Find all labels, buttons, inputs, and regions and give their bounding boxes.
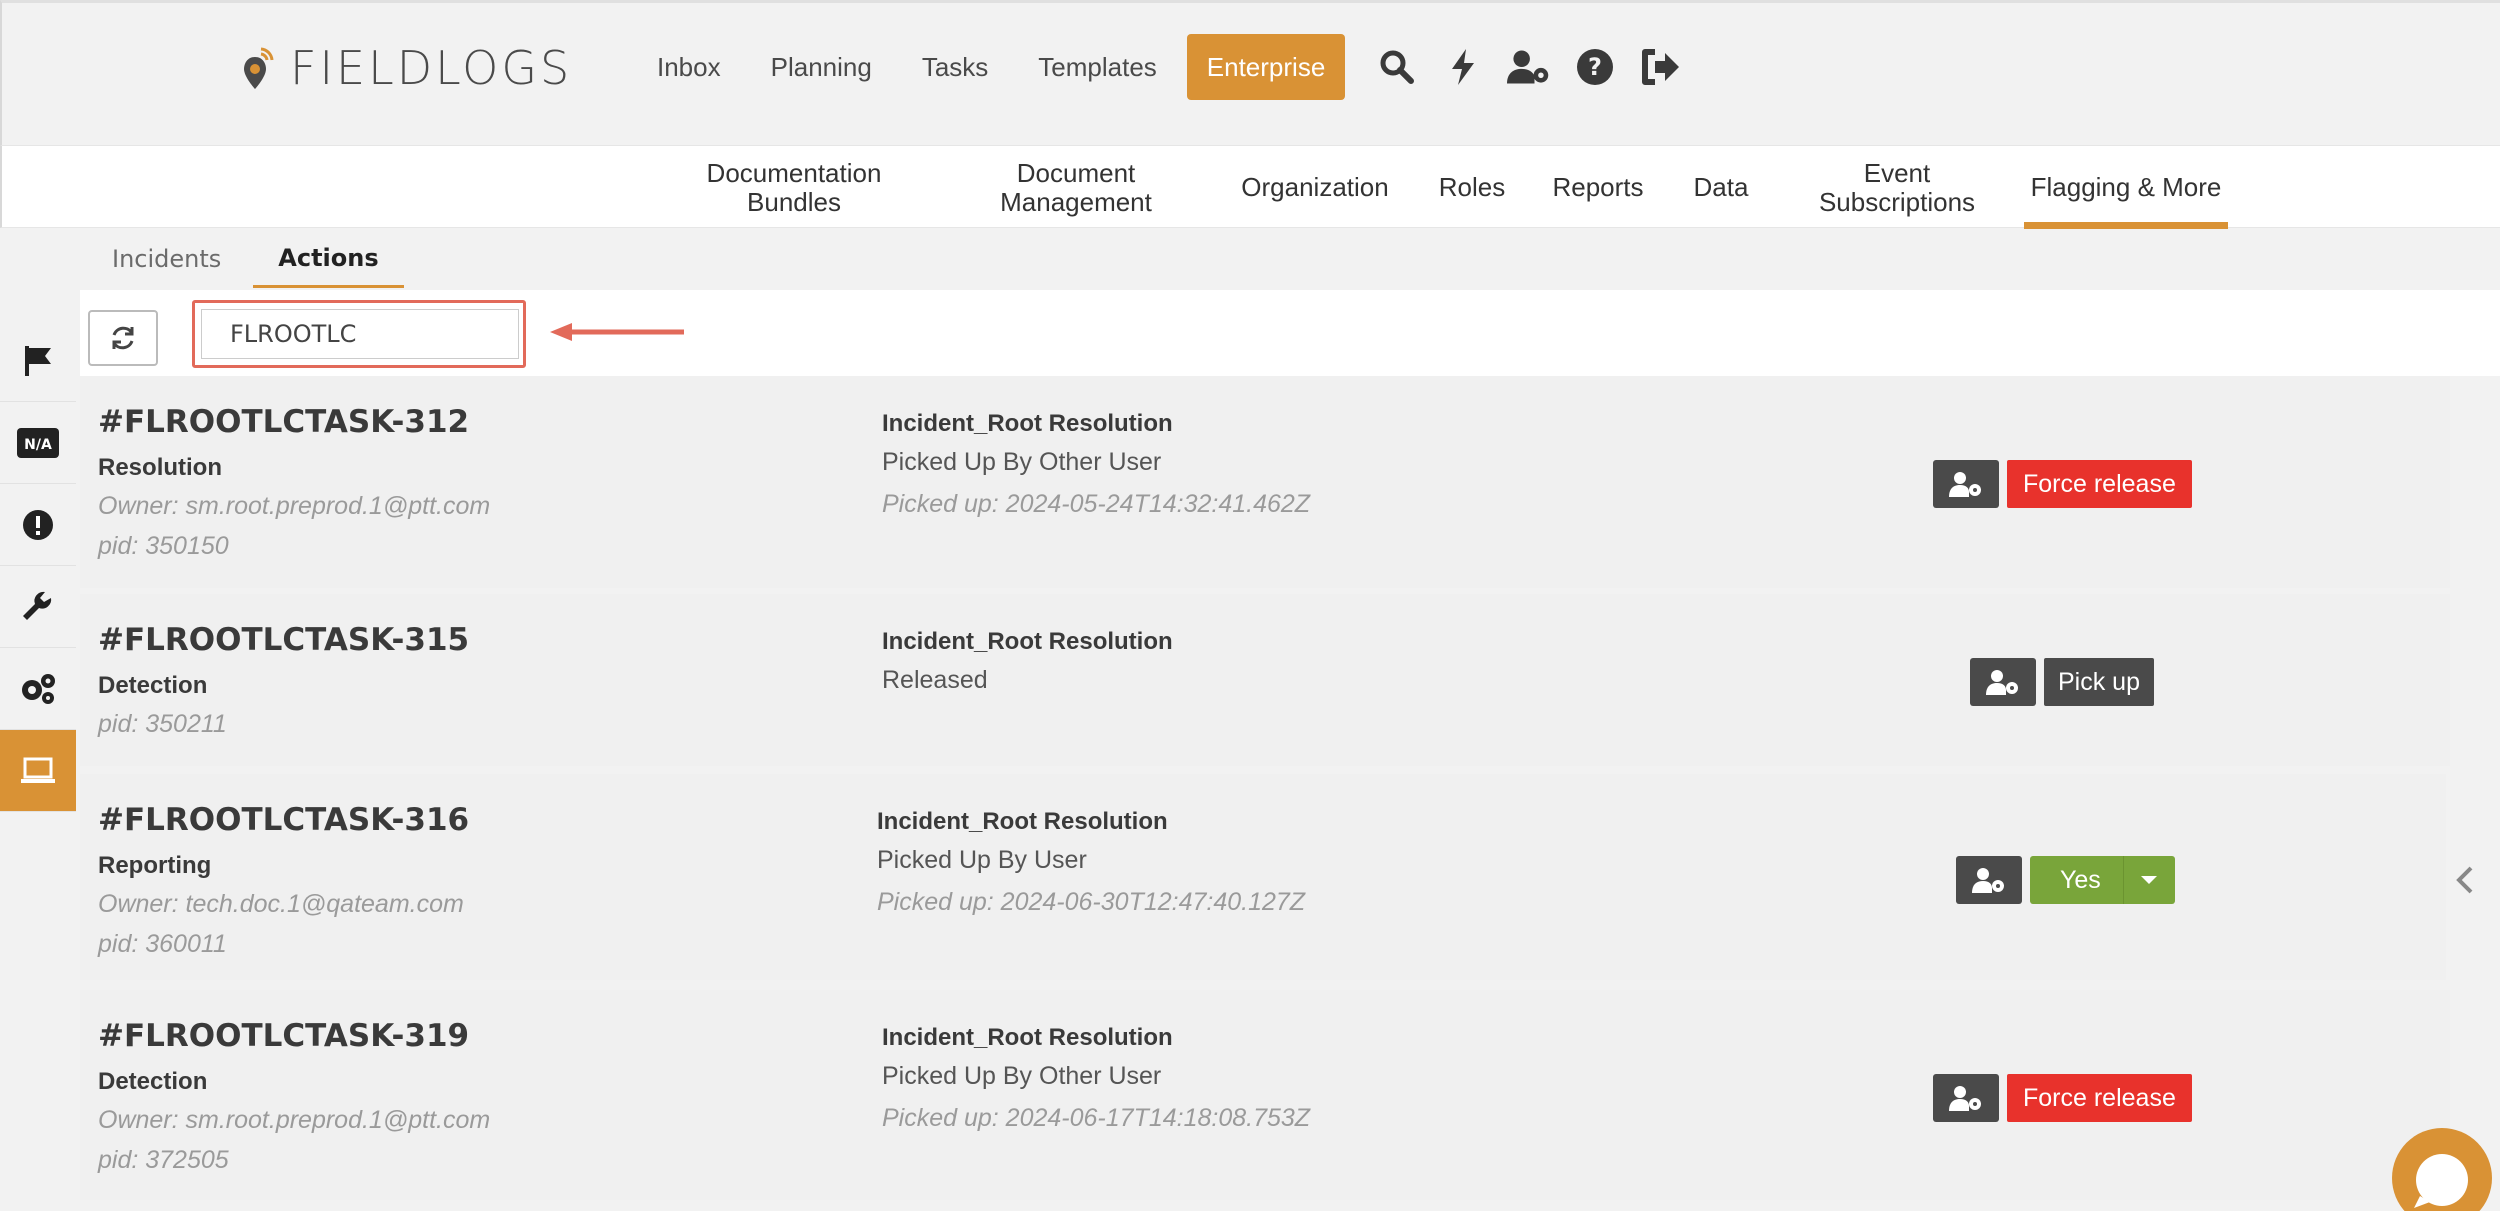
subnav-flagging-more[interactable]: Flagging & More <box>2024 146 2228 229</box>
picked-up-time: Picked up: 2024-06-17T14:18:08.753Z <box>882 1104 1311 1132</box>
subnav-organization[interactable]: Organization <box>1230 146 1400 229</box>
wrench-icon[interactable] <box>0 566 76 648</box>
chevron-left-icon[interactable] <box>2450 860 2480 900</box>
task-status: Picked Up By Other User <box>882 1062 1162 1090</box>
left-sidebar: N/A <box>0 320 76 812</box>
chat-icon <box>2414 1154 2468 1208</box>
help-icon[interactable]: ? <box>1573 45 1617 89</box>
admin-subnav: Documentation Bundles Document Managemen… <box>0 145 2500 229</box>
refresh-button[interactable] <box>88 310 158 366</box>
task-id[interactable]: #FLROOTLCTASK-316 <box>98 802 469 838</box>
user-gear-icon <box>1986 670 2018 695</box>
task-owner: Owner: sm.root.preprod.1@ptt.com <box>98 492 491 520</box>
force-release-button[interactable]: Force release <box>2007 1074 2192 1122</box>
task-status: Released <box>882 666 988 694</box>
refresh-icon <box>112 326 134 350</box>
subnav-data[interactable]: Data <box>1682 146 1760 229</box>
nav-templates[interactable]: Templates <box>1013 52 1182 83</box>
search-highlight <box>192 300 526 368</box>
task-type: Reporting <box>98 852 212 879</box>
process-name: Incident_Root Resolution <box>882 1024 1173 1051</box>
logo-pin-icon <box>244 47 274 89</box>
task-owner: Owner: sm.root.preprod.1@ptt.com <box>98 1106 491 1134</box>
task-type: Resolution <box>98 454 222 481</box>
list-item[interactable]: #FLROOTLCTASK-316 Reporting Owner: tech.… <box>80 774 2446 980</box>
subnav-reports[interactable]: Reports <box>1542 146 1654 229</box>
task-pid: pid: 360011 <box>98 930 227 958</box>
logo-text: FIELDLOGS <box>290 41 573 95</box>
arrow-annotation-icon <box>550 323 684 341</box>
subnav-document-management[interactable]: Document Management <box>976 146 1176 229</box>
nav-planning[interactable]: Planning <box>746 52 897 83</box>
tab-incidents[interactable]: Incidents <box>80 230 253 288</box>
user-gear-icon[interactable] <box>1507 45 1551 89</box>
search-input[interactable] <box>201 309 519 359</box>
assign-user-button[interactable] <box>1956 856 2022 904</box>
assign-user-button[interactable] <box>1933 1074 1999 1122</box>
svg-text:N/A: N/A <box>24 437 52 453</box>
chat-button[interactable] <box>2392 1128 2492 1211</box>
assign-user-button[interactable] <box>1970 658 2036 706</box>
task-owner: Owner: tech.doc.1@qateam.com <box>98 890 464 918</box>
tab-bar: Incidents Actions <box>80 230 404 288</box>
user-gear-icon <box>1972 868 2004 893</box>
logout-icon[interactable] <box>1639 45 1683 89</box>
top-bar: FIELDLOGS Inbox Planning Tasks Templates… <box>0 0 2500 145</box>
process-name: Incident_Root Resolution <box>882 628 1173 655</box>
task-id[interactable]: #FLROOTLCTASK-312 <box>98 404 469 440</box>
task-pid: pid: 372505 <box>98 1146 229 1174</box>
task-id[interactable]: #FLROOTLCTASK-315 <box>98 622 469 658</box>
bolt-icon[interactable] <box>1441 45 1485 89</box>
picked-up-time: Picked up: 2024-05-24T14:32:41.462Z <box>882 490 1311 518</box>
task-id[interactable]: #FLROOTLCTASK-319 <box>98 1018 469 1054</box>
subnav-roles[interactable]: Roles <box>1427 146 1517 229</box>
tab-actions[interactable]: Actions <box>253 230 404 288</box>
task-type: Detection <box>98 1068 208 1095</box>
list-item[interactable]: #FLROOTLCTASK-312 Resolution Owner: sm.r… <box>80 376 2450 588</box>
alert-icon[interactable] <box>0 484 76 566</box>
user-gear-icon <box>1949 472 1981 497</box>
svg-text:?: ? <box>1588 53 1602 81</box>
logo[interactable]: FIELDLOGS <box>242 41 572 95</box>
laptop-icon[interactable] <box>0 730 76 812</box>
subnav-event-subscriptions[interactable]: Event Subscriptions <box>1792 146 2002 229</box>
yes-label: Yes <box>2060 865 2101 894</box>
search-icon[interactable] <box>1375 45 1419 89</box>
task-status: Picked Up By User <box>877 846 1087 874</box>
actions-toolbar <box>80 290 2500 376</box>
nav-inbox[interactable]: Inbox <box>632 52 746 83</box>
assign-user-button[interactable] <box>1933 460 1999 508</box>
picked-up-time: Picked up: 2024-06-30T12:47:40.127Z <box>877 888 1306 916</box>
caret-down-icon[interactable] <box>2122 856 2175 904</box>
list-item[interactable]: #FLROOTLCTASK-319 Detection Owner: sm.ro… <box>80 990 2450 1200</box>
subnav-documentation-bundles[interactable]: Documentation Bundles <box>692 146 896 229</box>
nav-enterprise-button[interactable]: Enterprise <box>1186 34 1346 100</box>
gears-icon[interactable] <box>0 648 76 730</box>
na-icon[interactable]: N/A <box>0 402 76 484</box>
flag-icon[interactable] <box>0 320 76 402</box>
yes-dropdown-button[interactable]: Yes <box>2030 856 2175 904</box>
pick-up-button[interactable]: Pick up <box>2044 658 2154 706</box>
task-status: Picked Up By Other User <box>882 448 1162 476</box>
task-pid: pid: 350211 <box>98 710 227 738</box>
force-release-button[interactable]: Force release <box>2007 460 2192 508</box>
task-type: Detection <box>98 672 208 699</box>
process-name: Incident_Root Resolution <box>877 808 1168 835</box>
user-gear-icon <box>1949 1086 1981 1111</box>
process-name: Incident_Root Resolution <box>882 410 1173 437</box>
nav-tasks[interactable]: Tasks <box>897 52 1013 83</box>
task-pid: pid: 350150 <box>98 532 229 560</box>
list-item[interactable]: #FLROOTLCTASK-315 Detection pid: 350211 … <box>80 594 2450 766</box>
main-nav: Inbox Planning Tasks Templates Enterpris… <box>632 33 1683 101</box>
